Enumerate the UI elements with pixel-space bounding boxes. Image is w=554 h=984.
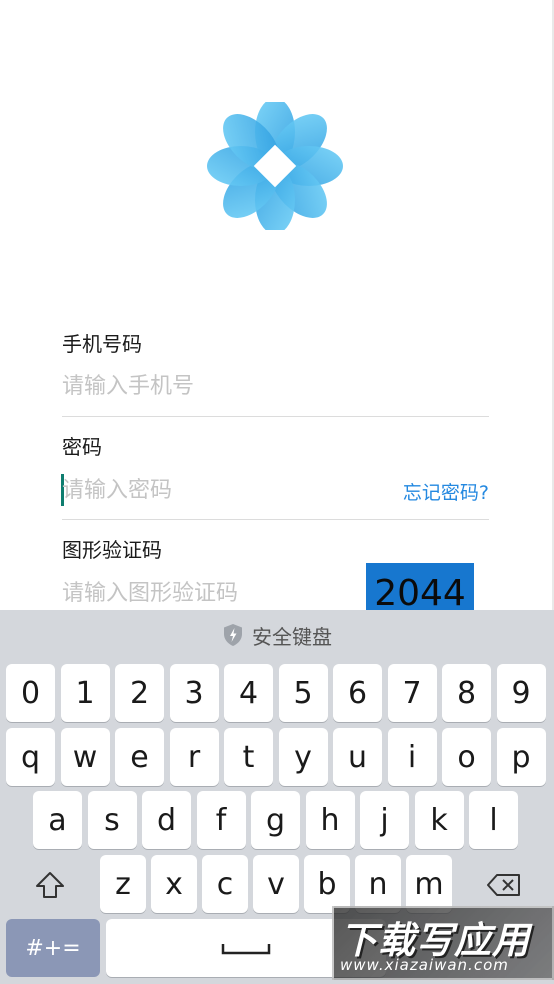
key-z[interactable]: z: [100, 855, 146, 913]
key-c[interactable]: c: [202, 855, 248, 913]
captcha-input[interactable]: [62, 577, 352, 609]
key-w[interactable]: w: [60, 728, 110, 786]
key-3[interactable]: 3: [169, 664, 219, 722]
key-e[interactable]: e: [115, 728, 164, 786]
watermark-url: www.xiazaiwan.com: [340, 956, 509, 974]
phone-divider: [62, 416, 489, 417]
phone-input[interactable]: [62, 370, 362, 402]
key-k[interactable]: k: [414, 791, 464, 849]
key-6[interactable]: 6: [333, 664, 382, 722]
key-q[interactable]: q: [6, 728, 55, 786]
key-h[interactable]: h: [305, 791, 355, 849]
key-l[interactable]: l: [469, 791, 518, 849]
shift-key[interactable]: [6, 855, 94, 915]
key-m[interactable]: m: [406, 855, 452, 913]
key-g[interactable]: g: [251, 791, 300, 849]
key-v[interactable]: v: [253, 855, 299, 913]
keyboard-header: 安全键盘: [0, 610, 554, 660]
key-r[interactable]: r: [169, 728, 219, 786]
key-5[interactable]: 5: [278, 664, 328, 722]
key-2[interactable]: 2: [115, 664, 164, 722]
key-j[interactable]: j: [360, 791, 409, 849]
key-1[interactable]: 1: [60, 664, 110, 722]
key-4[interactable]: 4: [224, 664, 273, 722]
key-f[interactable]: f: [196, 791, 246, 849]
password-input[interactable]: [62, 474, 362, 506]
key-i[interactable]: i: [387, 728, 437, 786]
shield-icon: [224, 624, 242, 646]
space-bar-icon: [221, 944, 271, 955]
key-7[interactable]: 7: [387, 664, 437, 722]
captcha-image[interactable]: 2044: [366, 563, 474, 613]
shift-arrow-icon: [36, 872, 64, 898]
key-u[interactable]: u: [333, 728, 382, 786]
key-b[interactable]: b: [304, 855, 350, 913]
key-n[interactable]: n: [355, 855, 401, 913]
forgot-password-link[interactable]: 忘记密码?: [403, 478, 489, 505]
keyboard-title: 安全键盘: [252, 624, 332, 649]
key-a[interactable]: a: [33, 791, 82, 849]
key-o[interactable]: o: [442, 728, 491, 786]
key-9[interactable]: 9: [496, 664, 546, 722]
backspace-icon: [487, 874, 520, 896]
password-divider: [62, 519, 489, 520]
key-d[interactable]: d: [142, 791, 191, 849]
key-8[interactable]: 8: [442, 664, 491, 722]
key-y[interactable]: y: [278, 728, 328, 786]
phone-label: 手机号码: [62, 332, 142, 356]
symbols-key[interactable]: #+=: [6, 919, 100, 977]
key-0[interactable]: 0: [6, 664, 55, 722]
password-label: 密码: [62, 435, 102, 459]
app-logo: [207, 102, 343, 230]
key-x[interactable]: x: [151, 855, 197, 913]
key-p[interactable]: p: [496, 728, 546, 786]
captcha-label: 图形验证码: [62, 538, 162, 562]
watermark-badge: 下载写应用 www.xiazaiwan.com: [332, 906, 554, 980]
key-s[interactable]: s: [87, 791, 137, 849]
key-t[interactable]: t: [224, 728, 273, 786]
